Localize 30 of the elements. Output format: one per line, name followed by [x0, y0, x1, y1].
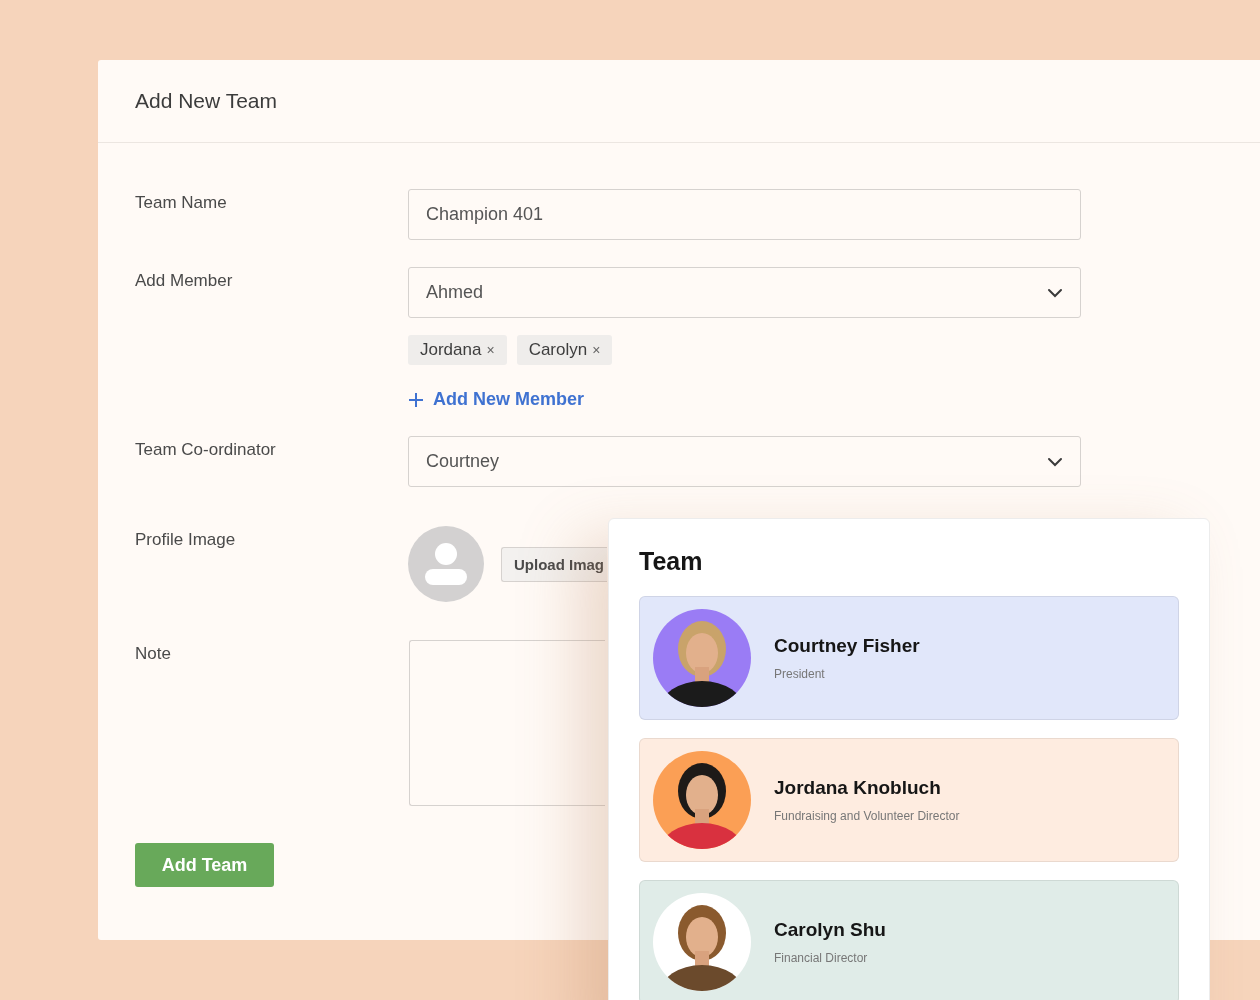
- chevron-icon: [1047, 287, 1063, 298]
- field-label: Note: [135, 643, 172, 665]
- field-label: Team Co-ordinator: [135, 439, 277, 461]
- field-label: Team Name: [135, 192, 228, 214]
- coordinator-dropdown[interactable]: Courtney: [408, 436, 1081, 487]
- field-label: Profile Image: [135, 529, 237, 551]
- member-name: Carolyn Shu: [774, 919, 886, 941]
- note-field[interactable]: [409, 640, 605, 806]
- team-title: Team: [639, 547, 704, 576]
- add-member-link[interactable]: Add New Member: [408, 389, 1081, 410]
- member-card[interactable]: Carolyn Shu Financial Director: [639, 880, 1179, 1000]
- member-card[interactable]: Jordana Knobluch Fundraising and Volunteer Director: [639, 738, 1179, 862]
- avatar-placeholder-icon: [408, 526, 484, 602]
- chip-label: Carolyn: [528, 340, 588, 360]
- chevron-icon: [1047, 456, 1063, 467]
- member-name: Courtney Fisher: [774, 635, 920, 657]
- team-name-field[interactable]: Champion 401: [408, 189, 1081, 240]
- remove-button[interactable]: ×: [486, 342, 495, 358]
- plus-icon: [408, 391, 424, 408]
- member-dropdown[interactable]: Ahmed: [408, 267, 1081, 318]
- member-card[interactable]: Courtney Fisher President: [639, 596, 1179, 720]
- member-role: Fundraising and Volunteer Director: [774, 809, 960, 823]
- member-role: Financial Director: [774, 951, 869, 965]
- remove-button[interactable]: ×: [592, 342, 601, 358]
- upload-image-button[interactable]: Upload Imag: [501, 546, 607, 582]
- member-name: Jordana Knobluch: [774, 777, 942, 799]
- field-label: Add Member: [135, 270, 234, 292]
- panel-title: Add New Team: [135, 89, 278, 113]
- chip-label: Jordana: [420, 340, 482, 360]
- member-role: President: [774, 667, 826, 681]
